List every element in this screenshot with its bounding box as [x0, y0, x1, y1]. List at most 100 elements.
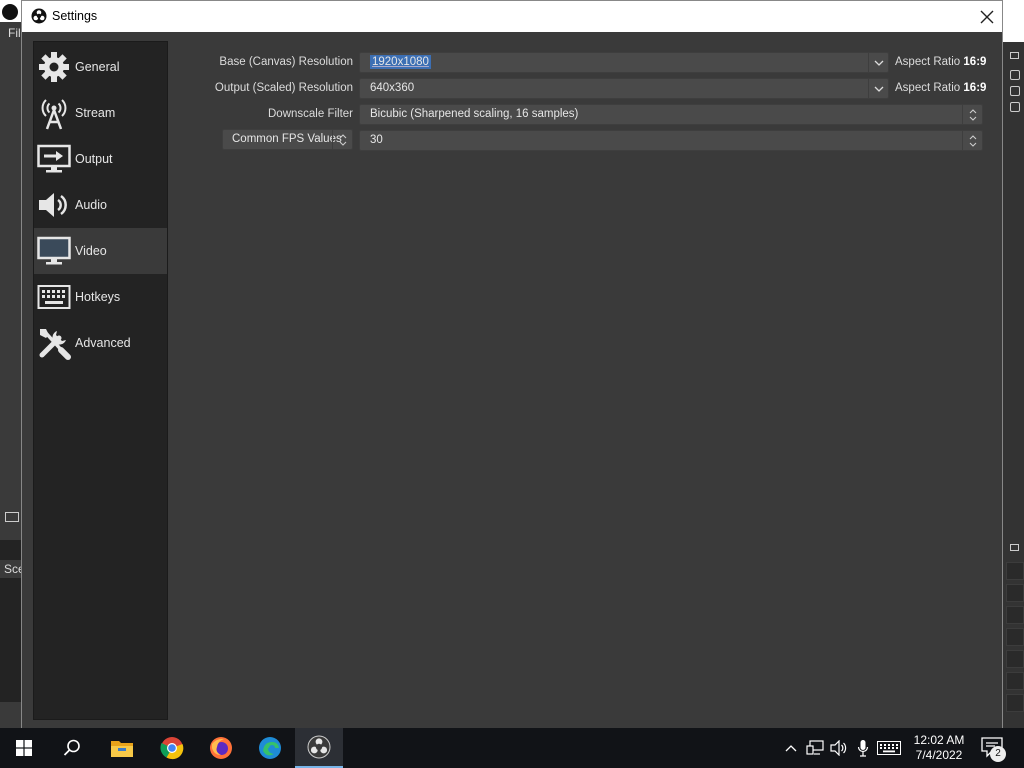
output-aspect-ratio: Aspect Ratio 16:9 — [895, 82, 986, 94]
obs-logo-icon — [2, 4, 18, 20]
clock-date: 7/4/2022 — [915, 748, 963, 762]
settings-sidebar: General Stream Output Audio Video Hotkey… — [33, 41, 168, 720]
lock-icon[interactable] — [1010, 102, 1020, 112]
aspect-ratio-value: 16:9 — [963, 82, 987, 94]
network-icon — [806, 740, 824, 755]
downscale-filter-label: Downscale Filter — [268, 108, 353, 120]
fps-value: 30 — [370, 134, 383, 146]
sidebar-item-label: Hotkeys — [75, 290, 121, 304]
sidebar-item-label: Output — [75, 152, 113, 166]
fps-type-label: Common FPS Values — [232, 133, 342, 145]
gear-icon — [37, 50, 71, 84]
chevron-down-icon[interactable] — [868, 53, 888, 72]
firefox-icon — [210, 737, 232, 759]
search-icon — [63, 739, 80, 756]
clock-time: 12:02 AM — [913, 733, 965, 747]
dialog-title: Settings — [52, 9, 98, 23]
base-aspect-ratio: Aspect Ratio 16:9 — [895, 56, 986, 68]
up-down-arrows-icon[interactable] — [962, 105, 982, 124]
sidebar-item-video[interactable]: Video — [34, 228, 167, 274]
network-button[interactable] — [805, 738, 825, 758]
background-panel-header — [0, 540, 22, 560]
sidebar-item-label: Stream — [75, 106, 116, 120]
background-row — [1006, 584, 1024, 602]
background-row — [1006, 562, 1024, 580]
sidebar-item-label: Advanced — [75, 336, 131, 350]
start-button[interactable] — [0, 728, 48, 768]
close-icon — [980, 10, 993, 23]
taskbar-obs[interactable] — [295, 728, 343, 768]
lock-icon[interactable] — [1010, 70, 1020, 80]
fps-type-select[interactable]: Common FPS Values — [222, 129, 353, 150]
background-row — [1006, 606, 1024, 624]
speaker-icon — [830, 740, 847, 756]
notification-count-badge: 2 — [990, 746, 1006, 762]
aspect-ratio-label: Aspect Ratio — [895, 56, 961, 68]
taskbar-chrome[interactable] — [148, 728, 196, 768]
keyboard-icon — [877, 741, 901, 755]
settings-dialog: Settings General Stream Output Audio Vid… — [21, 0, 1003, 732]
microphone-button[interactable] — [853, 738, 873, 758]
background-right-panel — [1002, 42, 1024, 732]
background-row — [1006, 628, 1024, 646]
base-resolution-value[interactable]: 1920x1080 — [370, 55, 431, 69]
dock-float-icon[interactable] — [1010, 544, 1019, 551]
background-row — [1006, 650, 1024, 668]
sidebar-item-label: Audio — [75, 198, 107, 212]
sidebar-item-audio[interactable]: Audio — [34, 182, 167, 228]
up-down-arrows-icon[interactable] — [962, 131, 982, 150]
background-menu-label: Fil — [8, 26, 21, 40]
taskbar-edge[interactable] — [246, 728, 294, 768]
dialog-content: General Stream Output Audio Video Hotkey… — [22, 32, 1002, 731]
aspect-ratio-label: Aspect Ratio — [895, 82, 961, 94]
speaker-icon — [37, 188, 71, 222]
volume-button[interactable] — [829, 738, 849, 758]
obs-logo-icon — [31, 8, 47, 24]
microphone-icon — [857, 740, 869, 757]
taskbar-file-explorer[interactable] — [98, 728, 146, 768]
output-resolution-combo[interactable]: 640x360 — [359, 78, 889, 99]
windows-start-icon — [16, 740, 32, 756]
taskbar: 12:02 AM 7/4/2022 2 — [0, 728, 1024, 768]
sidebar-item-stream[interactable]: Stream — [34, 90, 167, 136]
file-explorer-icon — [111, 741, 133, 757]
sidebar-item-general[interactable]: General — [34, 44, 167, 90]
fps-value-select[interactable]: 30 — [359, 130, 983, 151]
edge-icon — [259, 737, 281, 759]
lock-icon[interactable] — [1010, 86, 1020, 96]
output-resolution-value: 640x360 — [370, 82, 415, 94]
downscale-filter-select[interactable]: Bicubic (Sharpened scaling, 16 samples) — [359, 104, 983, 125]
monitor-icon — [37, 234, 71, 268]
dialog-titlebar[interactable]: Settings — [22, 1, 1002, 32]
antenna-icon — [37, 96, 71, 130]
taskbar-clock[interactable]: 12:02 AM 7/4/2022 — [904, 733, 974, 763]
sidebar-item-advanced[interactable]: Advanced — [34, 320, 167, 366]
output-resolution-label: Output (Scaled) Resolution — [214, 82, 353, 94]
wrench-screwdriver-icon — [37, 326, 71, 360]
sidebar-item-label: General — [75, 60, 120, 74]
touch-keyboard-button[interactable] — [876, 738, 902, 758]
dock-float-icon[interactable] — [1010, 52, 1019, 59]
sidebar-item-hotkeys[interactable]: Hotkeys — [34, 274, 167, 320]
scenes-list[interactable] — [0, 578, 22, 702]
output-icon — [37, 142, 71, 176]
chrome-icon — [160, 737, 184, 760]
background-left-panel: Sce — [0, 42, 25, 732]
taskbar-firefox[interactable] — [197, 728, 245, 768]
close-button[interactable] — [971, 1, 1002, 32]
sidebar-item-output[interactable]: Output — [34, 136, 167, 182]
base-resolution-combo[interactable]: 1920x1080 — [359, 52, 889, 73]
background-row — [1006, 694, 1024, 712]
search-button[interactable] — [48, 728, 96, 768]
sidebar-item-label: Video — [75, 244, 107, 258]
chevron-down-icon[interactable] — [868, 79, 888, 98]
chevron-up-icon — [785, 745, 797, 752]
show-hidden-icons-button[interactable] — [781, 738, 801, 758]
downscale-filter-value: Bicubic (Sharpened scaling, 16 samples) — [370, 108, 579, 120]
keyboard-icon — [37, 280, 71, 314]
background-menu-file[interactable]: Fil — [0, 22, 22, 42]
monitor-icon[interactable] — [5, 512, 19, 522]
base-resolution-label: Base (Canvas) Resolution — [219, 56, 353, 68]
up-down-arrows-icon[interactable] — [332, 130, 352, 149]
background-row — [1006, 672, 1024, 690]
